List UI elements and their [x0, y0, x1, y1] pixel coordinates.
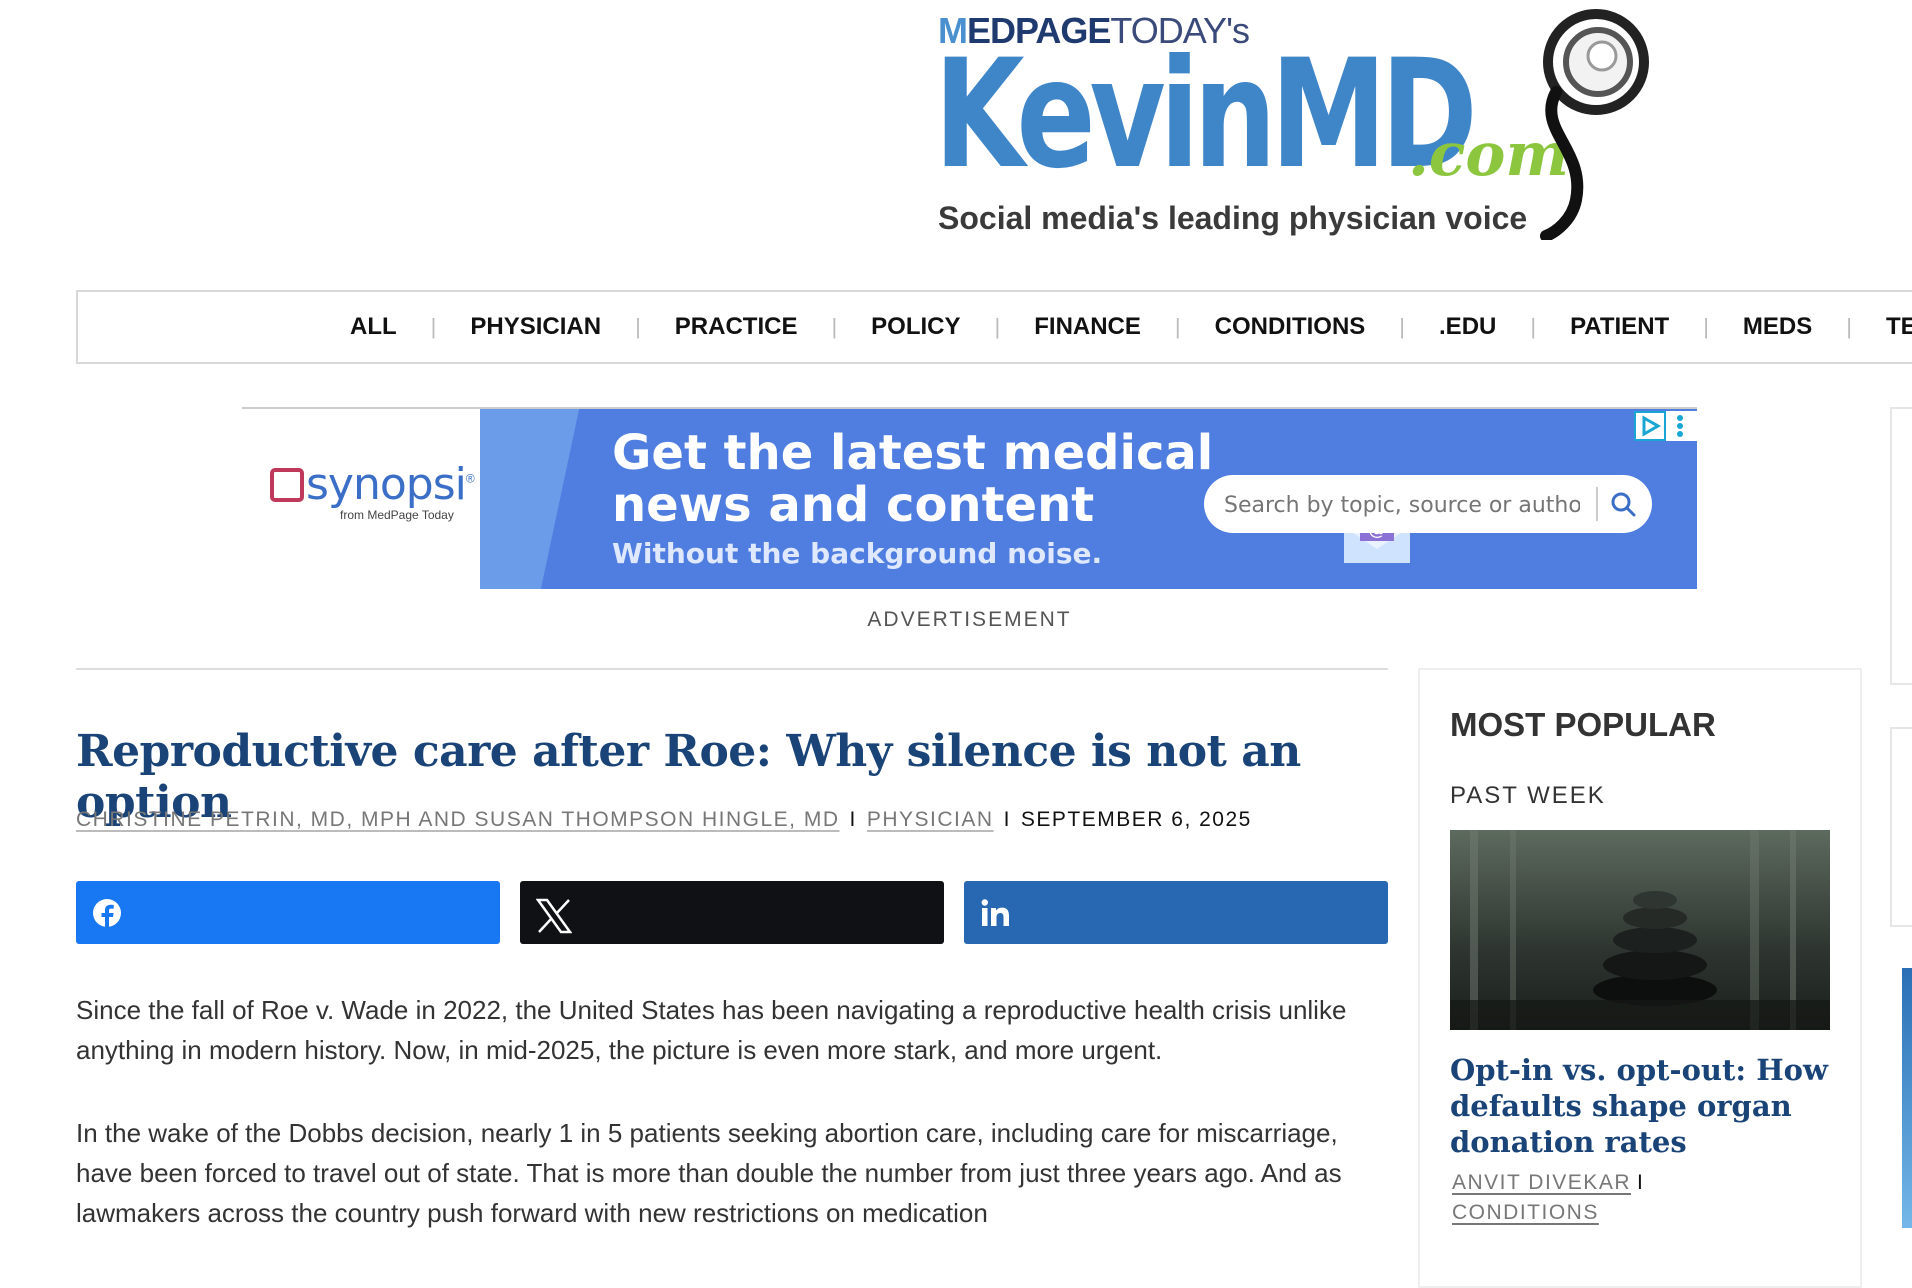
ad-choices[interactable]	[1634, 411, 1698, 441]
linkedin-share-button[interactable]	[964, 881, 1388, 944]
search-icon[interactable]	[1610, 491, 1636, 517]
advertisement-banner[interactable]: synopsi® from MedPage Today Get the late…	[242, 407, 1698, 589]
site-logo[interactable]: MEDPAGETODAY's KevinMD .com Social media…	[934, 9, 1658, 240]
popular-category-link[interactable]: CONDITIONS	[1452, 1201, 1599, 1224]
category-link[interactable]: PHYSICIAN	[867, 808, 994, 831]
article-paragraph: Since the fall of Roe v. Wade in 2022, t…	[76, 995, 1347, 1065]
advertisement-label: ADVERTISEMENT	[867, 608, 1072, 631]
popular-article-title[interactable]: Opt-in vs. opt-out: How defaults shape o…	[1450, 1052, 1840, 1160]
nav-item-finance[interactable]: FINANCE |	[1034, 313, 1214, 341]
divider	[76, 668, 1388, 670]
popular-author-link[interactable]: ANVIT DIVEKAR	[1452, 1171, 1631, 1194]
nav-item-patient[interactable]: PATIENT |	[1570, 313, 1743, 341]
widget-subheading: PAST WEEK	[1450, 782, 1606, 809]
author-link[interactable]: CHRISTINE PETRIN, MD, MPH AND SUSAN THOM…	[76, 808, 840, 831]
logo-tagline: Social media's leading physician voice	[938, 200, 1528, 236]
nav-item-conditions[interactable]: CONDITIONS |	[1215, 313, 1439, 341]
x-icon	[536, 898, 572, 934]
right-image-edge	[1902, 968, 1912, 1228]
most-popular-widget: MOST POPULAR PAST WEEK Opt-in vs. opt-ou…	[1418, 668, 1862, 1288]
right-widget-edge	[1890, 407, 1912, 685]
ad-subheadline: Without the background noise.	[612, 537, 1103, 570]
nav-item-tech[interactable]: TEC	[1886, 313, 1912, 341]
main-nav: ALL | PHYSICIAN | PRACTICE | POLICY | FINANC…	[76, 290, 1912, 364]
adchoices-icon[interactable]	[1634, 411, 1698, 441]
nav-item-physician[interactable]: PHYSICIAN |	[470, 313, 674, 341]
synopsi-logo: synopsi® from MedPage Today	[270, 459, 475, 522]
stethoscope-icon	[1540, 9, 1649, 240]
facebook-icon	[93, 899, 121, 928]
synopsi-cross-icon	[270, 467, 304, 502]
popular-article-meta: ANVIT DIVEKAR I CONDITIONS	[1452, 1171, 1645, 1224]
article-paragraph: In the wake of the Dobbs decision, nearl…	[76, 1118, 1342, 1228]
linkedin-icon	[981, 899, 1009, 926]
nav-item-practice[interactable]: PRACTICE |	[675, 313, 871, 341]
nav-item-policy[interactable]: POLICY |	[871, 313, 1034, 341]
article-byline: CHRISTINE PETRIN, MD, MPH AND SUSAN THOM…	[76, 808, 1252, 831]
x-share-button[interactable]	[520, 881, 944, 944]
facebook-share-button[interactable]	[76, 881, 500, 944]
nav-item-all[interactable]: ALL |	[350, 313, 470, 341]
kevinmd-wordmark: KevinMD	[934, 28, 1478, 202]
publish-date: SEPTEMBER 6, 2025	[1020, 808, 1252, 831]
nav-item-meds[interactable]: MEDS |	[1743, 313, 1886, 341]
stacked-stones-image	[1450, 830, 1830, 1030]
article-thumbnail[interactable]	[1450, 830, 1830, 1030]
nav-item-edu[interactable]: .EDU |	[1439, 313, 1570, 341]
ad-search-input[interactable]	[1222, 487, 1582, 523]
ad-search-box[interactable]	[1204, 475, 1652, 533]
right-widget-edge	[1890, 727, 1912, 927]
widget-heading: MOST POPULAR	[1450, 706, 1716, 743]
ad-headline: Get the latest medical news and content	[612, 425, 1214, 533]
